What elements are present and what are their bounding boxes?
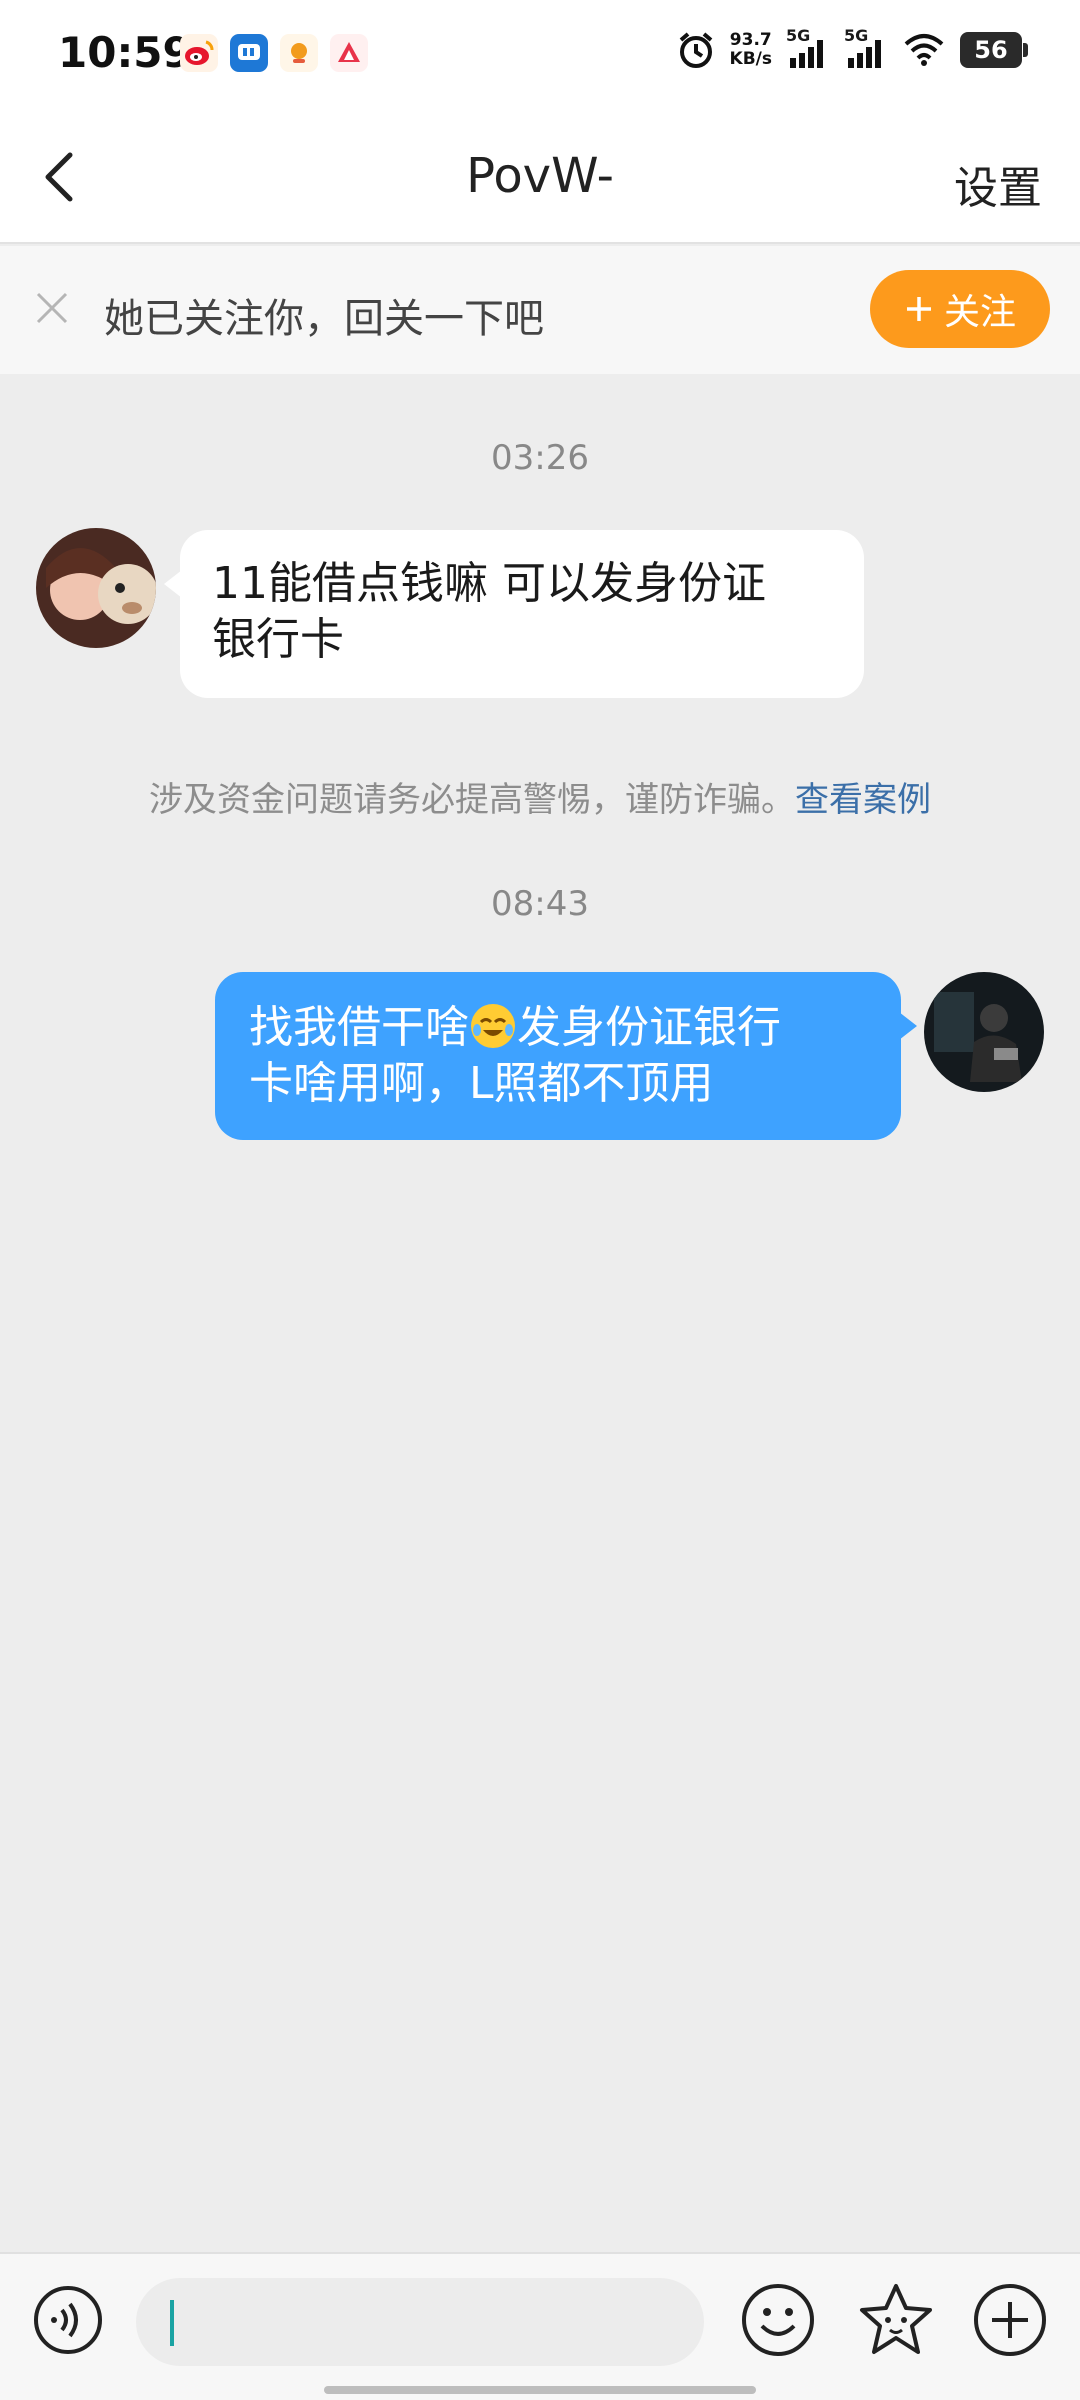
signal-bars-icon [790,40,823,68]
incoming-message-bubble[interactable]: 11能借点钱嘛 可以发身份证 银行卡 [164,530,864,698]
sticker-icon [860,2284,932,2354]
page-title: PovW- [466,148,614,204]
plus-icon [906,297,931,321]
app-notification-icon [330,34,368,72]
signal-1: 5G [786,26,830,70]
status-time: 10:59 [58,28,192,77]
my-avatar-image [924,972,1044,1092]
voice-icon [34,2286,102,2354]
close-icon [36,292,68,324]
status-indicators: 93.7 KB/s 5G 5G 56 [676,26,1028,70]
follow-button-label: 关注 [943,292,1016,333]
app-notification-icon [230,34,268,72]
alarm-icon [679,32,712,68]
crying-laughing-emoji-icon [471,1004,515,1048]
network-speed: 93.7 KB/s [729,30,772,69]
fraud-warning: 涉及资金问题请务必提高警惕，谨防诈骗。查看案例 [0,772,1080,821]
emoji-button[interactable] [740,2282,816,2358]
follow-back-banner: 她已关注你，回关一下吧 关注 [0,246,1080,374]
close-banner-button[interactable] [30,286,74,330]
outgoing-message-bubble[interactable]: 找我借干啥 发身份证银行 卡啥用啊，L照都不顶用 [215,972,917,1140]
message-text: 11能借点钱嘛 可以发身份证 [212,558,766,609]
my-avatar[interactable] [924,972,1044,1092]
notification-icons [180,34,368,72]
contact-avatar[interactable] [36,528,156,648]
home-indicator[interactable] [324,2386,756,2394]
follow-back-prompt: 她已关注你，回关一下吧 [104,296,544,342]
smiley-icon [742,2284,814,2356]
voice-input-button[interactable] [32,2284,104,2356]
signal-bars-icon [848,40,881,68]
app-notification-icon [280,34,318,72]
message-text-line: 卡啥用啊，L照都不顶用 [249,1058,714,1109]
battery-indicator: 56 [960,32,1028,68]
message-timestamp: 03:26 [491,438,589,478]
sticker-button[interactable] [856,2280,936,2360]
contact-avatar-image [36,528,156,648]
chat-screen: 10:59 93.7 KB/s 5G 5G 56 PovW- 设置 她已关注你，… [0,0,1080,2400]
signal-2: 5G [844,26,888,70]
plus-circle-icon [974,2284,1046,2356]
message-timestamp: 08:43 [491,884,589,924]
status-bar: 10:59 93.7 KB/s 5G 5G 56 [0,0,1080,110]
view-cases-link[interactable]: 查看案例 [795,780,931,820]
message-text-line: 找我借干啥 发身份证银行 [249,1002,781,1053]
message-text: 银行卡 [212,614,344,665]
text-caret [170,2300,174,2346]
message-input-bar [0,2252,1080,2400]
chat-header: PovW- 设置 [0,110,1080,244]
wifi-icon [904,34,944,66]
more-options-button[interactable] [972,2282,1048,2358]
fraud-warning-text: 涉及资金问题请务必提高警惕，谨防诈骗。 [149,780,795,820]
weibo-notification-icon [180,34,218,72]
message-input[interactable] [136,2278,704,2366]
follow-button[interactable]: 关注 [870,270,1050,348]
settings-button[interactable]: 设置 [954,152,1042,216]
